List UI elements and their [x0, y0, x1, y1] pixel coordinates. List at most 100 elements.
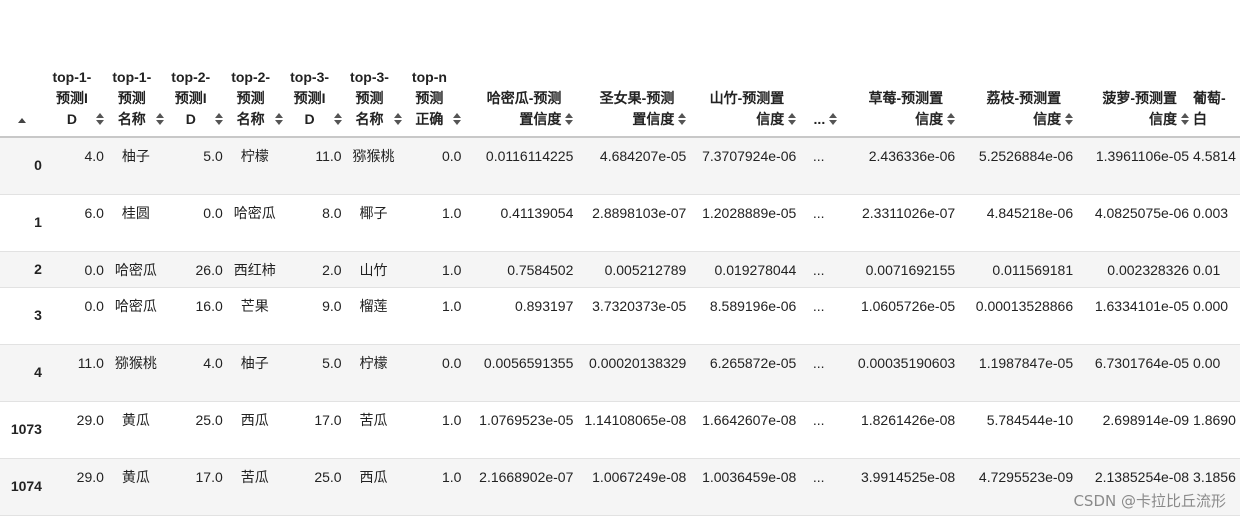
table-cell: 6.265872e-05 — [690, 344, 801, 402]
column-header[interactable]: ... — [800, 0, 842, 138]
sort-icon[interactable] — [1064, 113, 1074, 125]
sort-icon[interactable] — [1180, 113, 1190, 125]
table-cell: 1.2028889e-05 — [690, 194, 801, 252]
column-header-label: 菠萝-预测置信度 — [1102, 90, 1178, 127]
table-cell: 0.0056591355 — [465, 344, 578, 402]
table-cell: 0.01 — [1193, 251, 1240, 288]
table-cell: 25.0 — [286, 458, 346, 516]
column-header[interactable]: top-n预测正确 — [405, 0, 466, 138]
table-cell: 2.436336e-06 — [841, 137, 960, 195]
table-cell: 9.0 — [286, 287, 346, 345]
table-cell: 西瓜 — [345, 458, 406, 516]
table-cell: ... — [800, 251, 842, 288]
column-header-label: top-3-预测ID — [290, 69, 330, 127]
sort-icon[interactable] — [155, 113, 164, 125]
table-cell: 1.0 — [405, 458, 466, 516]
table-cell: ... — [800, 401, 842, 459]
table-cell: 0.0 — [405, 344, 466, 402]
column-header-label: 葡萄-白 — [1193, 90, 1226, 127]
sort-icon[interactable] — [95, 113, 104, 125]
table-cell: 0.893197 — [465, 287, 578, 345]
table-cell: 4.7295523e-09 — [959, 458, 1078, 516]
table-cell: 0.0 — [405, 137, 466, 195]
column-header-label: top-2-预测名称 — [231, 69, 271, 127]
index-header[interactable] — [0, 0, 50, 138]
column-header[interactable]: 草莓-预测置信度 — [841, 0, 960, 138]
table-cell: 5.784544e-10 — [959, 401, 1078, 459]
table-cell: 2.1668902e-07 — [465, 458, 578, 516]
table-cell: 29.0 — [49, 401, 108, 459]
table-cell: 4.845218e-06 — [959, 194, 1078, 252]
watermark: CSDN @卡拉比丘流形 — [1073, 492, 1226, 510]
table-cell: 哈密瓜 — [107, 251, 168, 288]
table-cell: 1.6642607e-08 — [690, 401, 801, 459]
table-cell: 25.0 — [167, 401, 227, 459]
table-cell: 柚子 — [226, 344, 287, 402]
table-cell: 6.7301764e-05 — [1077, 344, 1194, 402]
table-row: 1074 29.0 黄瓜 17.0 苦瓜 25.0 西瓜 1.0 2.1668902e-07 1.… — [0, 458, 1240, 516]
row-index: 1074 — [0, 458, 50, 516]
table-cell: 1.0067249e-08 — [577, 458, 691, 516]
table-cell: 柠檬 — [226, 137, 287, 195]
table-cell: 8.0 — [286, 194, 346, 252]
table-cell: 0.0 — [49, 251, 108, 288]
column-header[interactable]: 山竹-预测置信度 — [690, 0, 801, 138]
sort-icon[interactable] — [452, 113, 462, 125]
row-index: 1073 — [0, 401, 50, 459]
table-cell: 0.41139054 — [465, 194, 578, 252]
sort-icon[interactable] — [214, 113, 223, 125]
column-header[interactable]: top-1-预测ID — [49, 0, 108, 138]
column-header[interactable]: top-2-预测ID — [167, 0, 227, 138]
sort-icon[interactable] — [787, 113, 797, 125]
sort-icon[interactable] — [393, 113, 402, 125]
sort-icon[interactable] — [946, 113, 956, 125]
column-header[interactable]: 菠萝-预测置信度 — [1077, 0, 1194, 138]
column-header-label: 圣女果-预测置信度 — [599, 90, 675, 127]
table-cell: 17.0 — [167, 458, 227, 516]
sort-icon[interactable] — [333, 113, 342, 125]
table-cell: 29.0 — [49, 458, 108, 516]
table-cell: 6.0 — [49, 194, 108, 252]
column-header-label: ... — [813, 111, 826, 127]
table-row: 4 11.0 猕猴桃 4.0 柚子 5.0 柠檬 0.0 0.0056591355 0.00020… — [0, 344, 1240, 402]
sort-ascending-icon[interactable] — [18, 118, 27, 124]
column-header[interactable]: top-2-预测名称 — [226, 0, 287, 138]
table-cell: 0.000 — [1193, 287, 1240, 345]
sort-icon[interactable] — [677, 113, 687, 125]
table-row: 3 0.0 哈密瓜 16.0 芒果 9.0 榴莲 1.0 0.893197 3.7320373e-… — [0, 287, 1240, 345]
row-index: 0 — [0, 137, 50, 195]
table-cell: ... — [800, 458, 842, 516]
column-header[interactable]: top-1-预测名称 — [107, 0, 168, 138]
table-cell: 4.0825075e-06 — [1077, 194, 1194, 252]
table-cell: 2.8898103e-07 — [577, 194, 691, 252]
table-cell: 0.00020138329 — [577, 344, 691, 402]
table-cell: 4.0 — [49, 137, 108, 195]
table-cell: 0.00035190603 — [841, 344, 960, 402]
sort-icon[interactable] — [274, 113, 283, 125]
column-header[interactable]: top-3-预测名称 — [345, 0, 406, 138]
table-cell: 3.9914525e-08 — [841, 458, 960, 516]
table-cell: 苦瓜 — [345, 401, 406, 459]
table-cell: 1.0036459e-08 — [690, 458, 801, 516]
table-cell: 11.0 — [286, 137, 346, 195]
sort-icon[interactable] — [828, 113, 838, 125]
column-header[interactable]: 圣女果-预测置信度 — [577, 0, 691, 138]
table-cell: 8.589196e-06 — [690, 287, 801, 345]
table-cell: 0.011569181 — [959, 251, 1078, 288]
table-cell: 柚子 — [107, 137, 168, 195]
table-cell: 1.8690 — [1193, 401, 1240, 459]
row-index: 4 — [0, 344, 50, 402]
table-cell: 榴莲 — [345, 287, 406, 345]
table-cell: 7.3707924e-06 — [690, 137, 801, 195]
table-row: 2 0.0 哈密瓜 26.0 西红柿 2.0 山竹 1.0 0.7584502 0.0052127… — [0, 251, 1240, 288]
column-header[interactable]: 哈密瓜-预测置信度 — [465, 0, 578, 138]
dataframe-table: top-1-预测ID top-1-预测名称 top-2-预测ID top-2-预测名称… — [0, 0, 1240, 516]
table-cell: 2.3311026e-07 — [841, 194, 960, 252]
table-cell: 1.1987847e-05 — [959, 344, 1078, 402]
column-header[interactable]: top-3-预测ID — [286, 0, 346, 138]
column-header[interactable]: 葡萄-白 — [1193, 0, 1240, 138]
sort-icon[interactable] — [564, 113, 574, 125]
column-header[interactable]: 荔枝-预测置信度 — [959, 0, 1078, 138]
table-cell: 11.0 — [49, 344, 108, 402]
table-cell: 西红柿 — [226, 251, 287, 288]
